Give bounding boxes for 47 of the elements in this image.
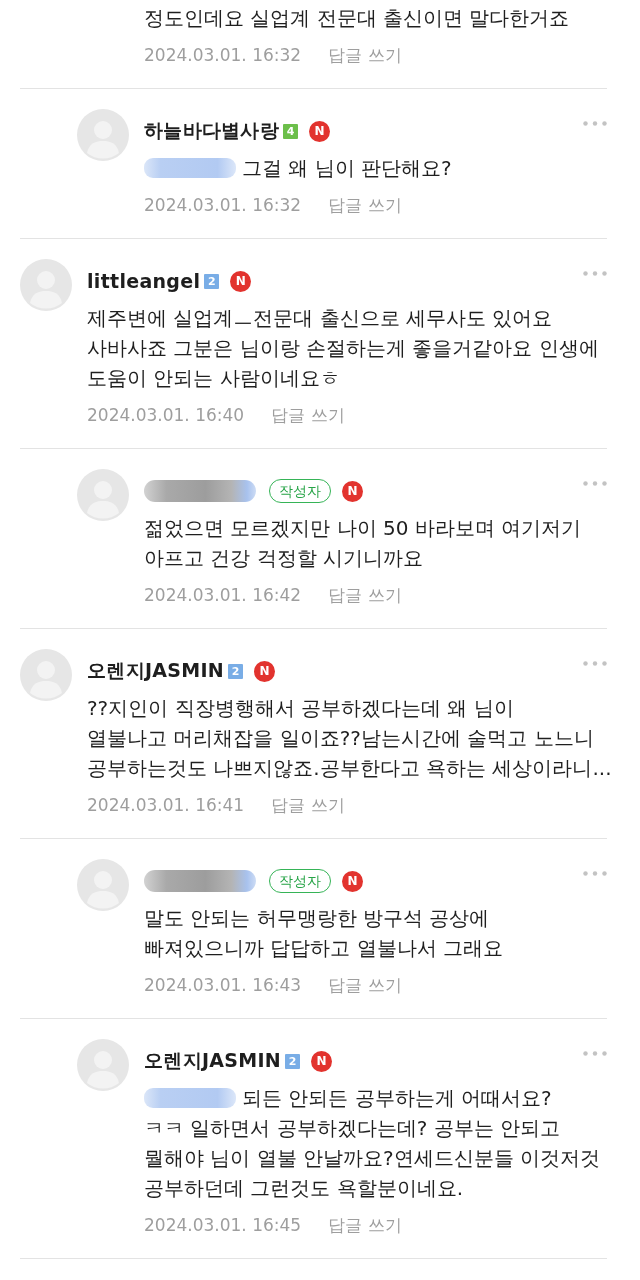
user-name[interactable]: 오렌지JASMIN bbox=[87, 658, 225, 684]
comment-text: 젊었으면 모르겠지만 나이 50 바라보며 여기저기 아프고 건강 걱정할 시기니까요 bbox=[144, 516, 582, 570]
comment-date: 2024.03.01. 16:40 bbox=[87, 405, 245, 425]
avatar-icon bbox=[20, 259, 72, 311]
more-icon[interactable] bbox=[583, 271, 607, 276]
reply-link[interactable]: 답글 쓰기 bbox=[271, 793, 345, 817]
comment-date: 2024.03.01. 16:42 bbox=[144, 585, 302, 605]
more-icon[interactable] bbox=[583, 1051, 607, 1056]
user-name[interactable]: 오렌지JASMIN bbox=[144, 1048, 282, 1074]
user-name[interactable]: 하늘바다별사랑 bbox=[144, 118, 280, 144]
more-icon[interactable] bbox=[583, 121, 607, 126]
new-badge: N bbox=[254, 660, 276, 682]
comment-text: 말도 안되는 허무맹랑한 방구석 공상에 빠져있으니까 답답하고 열불나서 그래요 bbox=[144, 906, 504, 960]
more-icon[interactable] bbox=[583, 481, 607, 486]
more-icon[interactable] bbox=[583, 661, 607, 666]
reply-link[interactable]: 답글 쓰기 bbox=[328, 583, 402, 607]
new-badge: N bbox=[342, 870, 363, 892]
comment-text: 되든 안되든 공부하는게 어때서요? ㅋㅋ 일하면서 공부하겠다는데? 공부는 안되고 뭘해야 님이 열불 안날까요?연세드신분들 이것저것 공부하던데 그런것도 욕할분이네요. bbox=[144, 1086, 601, 1200]
reply-link[interactable]: 답글 쓰기 bbox=[271, 403, 345, 427]
reply-link[interactable]: 답글 쓰기 bbox=[328, 973, 402, 997]
level-badge: 2 bbox=[285, 1053, 301, 1069]
comment-date: 2024.03.01. 16:45 bbox=[144, 1215, 302, 1235]
reply-link[interactable]: 답글 쓰기 bbox=[328, 193, 402, 217]
avatar-icon bbox=[77, 859, 129, 911]
avatar-icon bbox=[20, 649, 72, 701]
comment-text: 그걸 왜 님이 판단해요? bbox=[242, 156, 452, 180]
level-badge: 2 bbox=[228, 663, 244, 679]
comment-text: 정도인데요 실업계 전문대 출신이면 말다한거죠 bbox=[144, 6, 570, 30]
comment-date: 2024.03.01. 16:43 bbox=[144, 975, 302, 995]
comment-text: 제주변에 실업계ㅡ전문대 출신으로 세무사도 있어요 사바사죠 그분은 님이랑 손절하는게 좋을거같아요 인생에 도움이 안되는 사람이네요ㅎ bbox=[87, 306, 599, 390]
avatar-icon bbox=[77, 469, 129, 521]
new-badge: N bbox=[342, 480, 363, 502]
comment-date: 2024.03.01. 16:32 bbox=[144, 195, 302, 215]
user-name[interactable]: littleangel bbox=[87, 270, 201, 292]
new-badge: N bbox=[311, 1050, 333, 1072]
comment-date: 2024.03.01. 16:41 bbox=[87, 795, 245, 815]
reply-link[interactable]: 답글 쓰기 bbox=[328, 43, 402, 67]
new-badge: N bbox=[309, 120, 331, 142]
avatar-icon bbox=[77, 1039, 129, 1091]
comment-text: ??지인이 직장병행해서 공부하겠다는데 왜 님이 열불나고 머리채잡을 일이죠??남는시간에 술먹고 노느니 공부하는것도 나쁘지않죠.공부한다고 욕하는 세상이라니... bbox=[87, 696, 612, 780]
level-badge: 4 bbox=[283, 123, 299, 139]
reply-link[interactable]: 답글 쓰기 bbox=[328, 1213, 402, 1237]
comment-date: 2024.03.01. 16:32 bbox=[144, 45, 302, 65]
more-icon[interactable] bbox=[583, 871, 607, 876]
new-badge: N bbox=[230, 270, 252, 292]
avatar-icon bbox=[77, 109, 129, 161]
level-badge: 2 bbox=[204, 273, 220, 289]
